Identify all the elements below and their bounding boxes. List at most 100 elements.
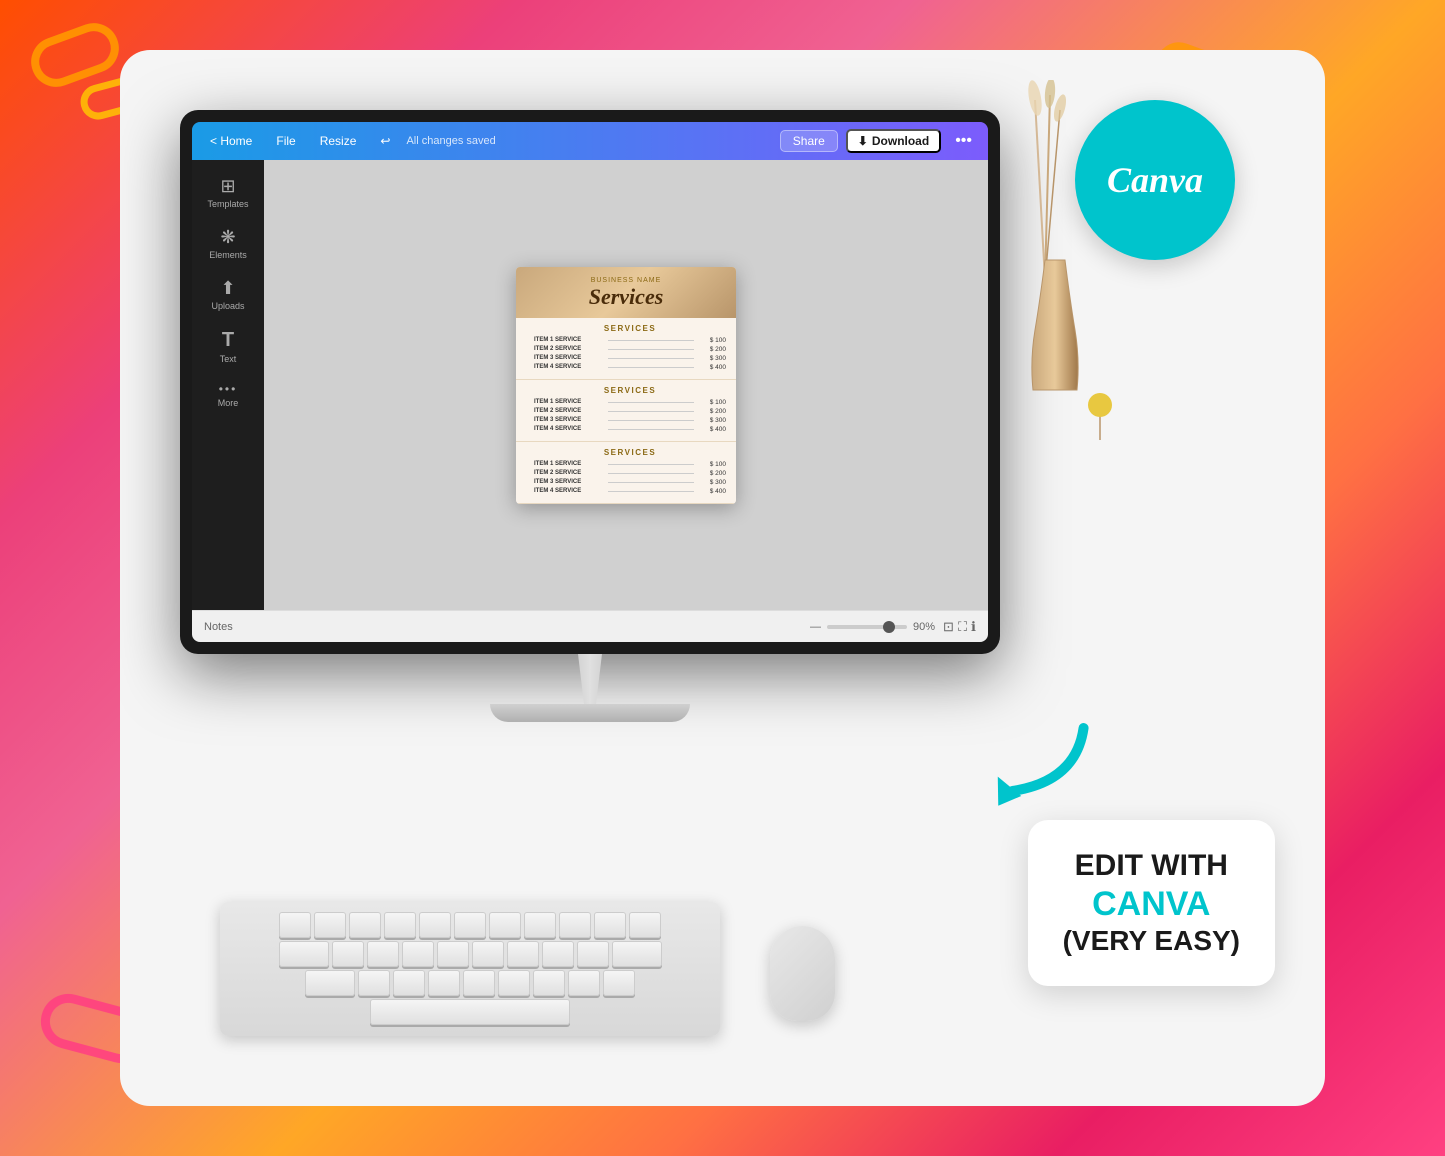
key xyxy=(279,941,329,967)
mouse xyxy=(770,926,835,1021)
service-row: ITEM 1 SERVICE $ 100 xyxy=(534,399,726,406)
canvas-main[interactable]: BUSINESS NAME Services PRICE LIST Price … xyxy=(264,160,988,610)
key xyxy=(332,941,364,967)
service-row: ITEM 4 SERVICE $ 400 xyxy=(534,426,726,433)
monitor: < Home File Resize ↩ All changes saved S… xyxy=(180,110,1000,722)
elements-label: Elements xyxy=(209,250,247,260)
key xyxy=(533,970,565,996)
key xyxy=(524,912,556,938)
service-row: ITEM 1 SERVICE $ 100 xyxy=(534,337,726,344)
key xyxy=(367,941,399,967)
templates-icon: ⊞ xyxy=(220,176,235,197)
key xyxy=(384,912,416,938)
main-card: < Home File Resize ↩ All changes saved S… xyxy=(120,50,1325,1106)
sidebar-item-text[interactable]: T Text xyxy=(198,321,258,372)
sidebar-item-more[interactable]: ••• More xyxy=(198,374,258,416)
more-label: More xyxy=(218,398,239,408)
sidebar-item-elements[interactable]: ❋ Elements xyxy=(198,219,258,268)
templates-label: Templates xyxy=(207,199,248,209)
key xyxy=(489,912,521,938)
price-section-1: SERVICES ITEM 1 SERVICE $ 100 ITEM 2 SER… xyxy=(516,318,736,380)
zoom-slider[interactable] xyxy=(827,625,907,629)
service-row: ITEM 2 SERVICE $ 200 xyxy=(534,408,726,415)
service-row: ITEM 3 SERVICE $ 300 xyxy=(534,355,726,362)
fit-page-button[interactable]: ⊡ xyxy=(943,619,954,635)
help-button[interactable]: ℹ xyxy=(971,619,976,635)
key xyxy=(393,970,425,996)
section-2-title: SERVICES xyxy=(534,386,726,395)
zoom-percent: 90% xyxy=(913,621,935,633)
flower-decoration xyxy=(1085,390,1115,445)
section-1-title: SERVICES xyxy=(534,324,726,333)
service-row: ITEM 3 SERVICE $ 300 xyxy=(534,417,726,424)
edit-text-canva: CANVA xyxy=(1063,884,1240,925)
more-icon: ••• xyxy=(219,382,238,396)
key xyxy=(428,970,460,996)
canva-logo-text: Canva xyxy=(1107,159,1203,201)
toolbar-saved-text: All changes saved xyxy=(406,135,495,147)
price-list-document: BUSINESS NAME Services PRICE LIST Price … xyxy=(516,267,736,504)
download-button[interactable]: ⬇ Download xyxy=(846,129,941,153)
key xyxy=(314,912,346,938)
service-row: ITEM 4 SERVICE $ 400 xyxy=(534,364,726,371)
key xyxy=(559,912,591,938)
service-row: ITEM 3 SERVICE $ 300 xyxy=(534,479,726,486)
zoom-control[interactable]: — 90% xyxy=(810,621,935,633)
document-header: BUSINESS NAME Services xyxy=(516,267,736,318)
key xyxy=(279,912,311,938)
zoom-thumb xyxy=(883,621,895,633)
key xyxy=(629,912,661,938)
fullscreen-button[interactable]: ⛶ xyxy=(958,619,967,635)
keyboard-row-3 xyxy=(232,970,708,996)
key xyxy=(603,970,635,996)
share-button[interactable]: Share xyxy=(780,130,838,152)
left-sidebar: ⊞ Templates ❋ Elements ⬆ Uploads T xyxy=(192,160,264,610)
download-icon: ⬇ xyxy=(858,134,868,148)
zoom-minus[interactable]: — xyxy=(810,621,821,633)
key xyxy=(463,970,495,996)
toolbar-undo-button[interactable]: ↩ xyxy=(372,132,398,150)
sidebar-item-uploads[interactable]: ⬆ Uploads xyxy=(198,270,258,319)
canvas-area: ⊞ Templates ❋ Elements ⬆ Uploads T xyxy=(192,160,988,610)
key xyxy=(419,912,451,938)
vase-decoration xyxy=(1025,250,1085,405)
key xyxy=(568,970,600,996)
price-section-2: SERVICES ITEM 1 SERVICE $ 100 ITEM 2 SER… xyxy=(516,380,736,442)
uploads-icon: ⬆ xyxy=(220,278,235,299)
mouse-body xyxy=(770,926,835,1021)
keyboard-row-1 xyxy=(232,912,708,938)
service-row: ITEM 1 SERVICE $ 100 xyxy=(534,461,726,468)
notes-label[interactable]: Notes xyxy=(204,621,233,633)
service-row: ITEM 2 SERVICE $ 200 xyxy=(534,346,726,353)
canva-logo-circle: Canva xyxy=(1075,100,1235,260)
elements-icon: ❋ xyxy=(220,227,235,248)
more-button[interactable]: ••• xyxy=(949,130,978,152)
key xyxy=(437,941,469,967)
monitor-stand-base xyxy=(490,704,690,722)
toolbar-file-button[interactable]: File xyxy=(268,132,303,150)
edit-text-line1: EDIT WITH xyxy=(1063,848,1240,884)
key xyxy=(612,941,662,967)
key xyxy=(349,912,381,938)
text-label: Text xyxy=(220,354,237,364)
monitor-bezel: < Home File Resize ↩ All changes saved S… xyxy=(180,110,1000,654)
monitor-stand-neck xyxy=(560,654,620,704)
spacebar xyxy=(370,999,570,1025)
service-row: ITEM 2 SERVICE $ 200 xyxy=(534,470,726,477)
key xyxy=(498,970,530,996)
toolbar-resize-button[interactable]: Resize xyxy=(312,132,365,150)
toolbar-back-button[interactable]: < Home xyxy=(202,132,260,150)
business-name: BUSINESS NAME xyxy=(528,277,724,284)
edit-text-line3: (VERY EASY) xyxy=(1063,924,1240,958)
edit-with-canva-box: EDIT WITH CANVA (VERY EASY) xyxy=(1028,820,1275,986)
sidebar-item-templates[interactable]: ⊞ Templates xyxy=(198,168,258,217)
key xyxy=(472,941,504,967)
canva-toolbar: < Home File Resize ↩ All changes saved S… xyxy=(192,122,988,160)
key xyxy=(507,941,539,967)
keyboard-row-4 xyxy=(232,999,708,1025)
key xyxy=(542,941,574,967)
keyboard-row-2 xyxy=(232,941,708,967)
key xyxy=(454,912,486,938)
keyboard-body xyxy=(220,902,720,1036)
text-icon: T xyxy=(222,329,234,352)
